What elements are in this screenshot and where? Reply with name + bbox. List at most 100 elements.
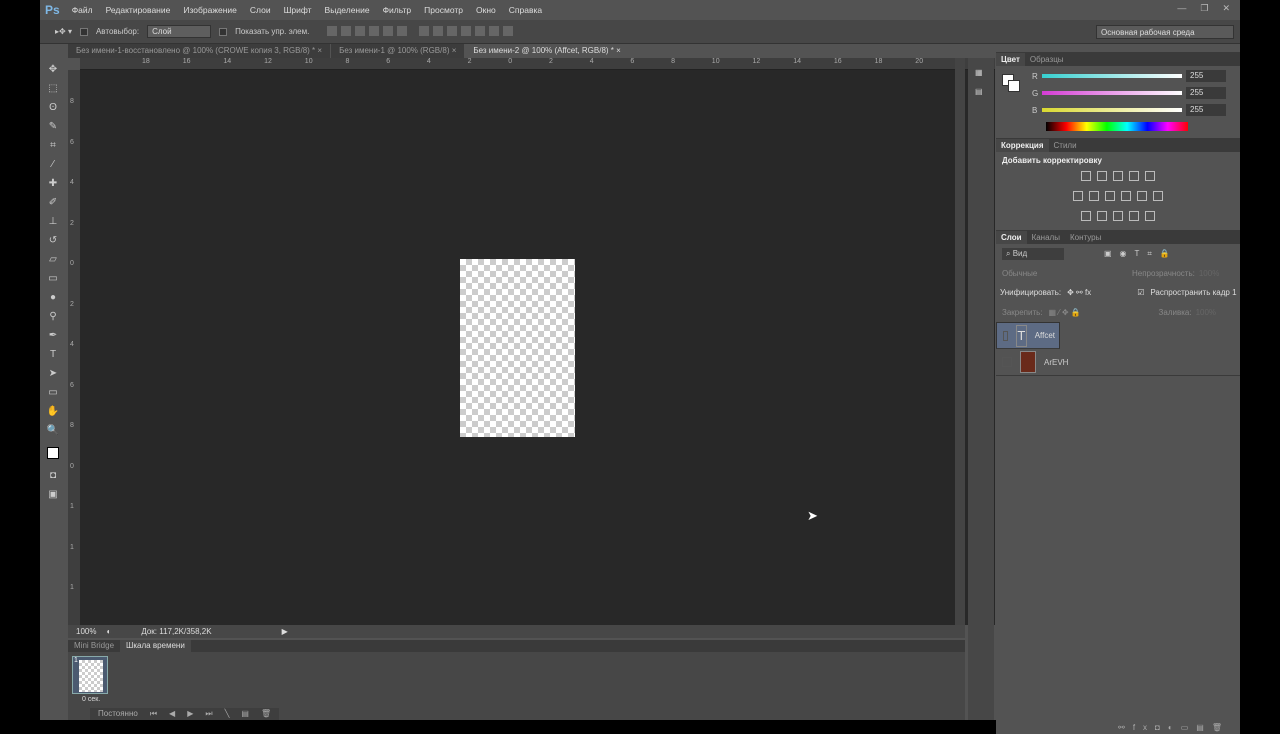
menu-window[interactable]: Окно: [476, 5, 496, 15]
menu-type[interactable]: Шрифт: [284, 5, 312, 15]
delete-frame-icon[interactable]: 🗑: [261, 709, 271, 719]
duplicate-frame-icon[interactable]: ▤: [241, 709, 249, 719]
align-icon[interactable]: [341, 25, 352, 36]
tab-color[interactable]: Цвет: [996, 52, 1025, 66]
distribute-icon[interactable]: [447, 25, 458, 36]
channel-mixer-icon[interactable]: [1137, 191, 1147, 201]
distribute-icon[interactable]: [461, 25, 472, 36]
align-icon[interactable]: [383, 25, 394, 36]
prev-frame-icon[interactable]: ◀: [169, 709, 175, 719]
move-tool-icon[interactable]: ▸✥ ▾: [55, 27, 72, 36]
propagate-checkbox[interactable]: ☑: [1137, 288, 1144, 297]
lock-icons[interactable]: ▦ ⁄ ✥ 🔒: [1049, 308, 1159, 317]
posterize-icon[interactable]: [1097, 211, 1107, 221]
canvas-area[interactable]: ➤: [80, 70, 995, 625]
b-slider[interactable]: [1042, 108, 1182, 112]
align-icon[interactable]: [397, 25, 408, 36]
curves-icon[interactable]: [1113, 171, 1123, 181]
history-icon[interactable]: ▦: [975, 68, 987, 77]
marquee-tool-icon[interactable]: ⬚: [40, 79, 66, 98]
autoselect-checkbox[interactable]: [79, 27, 88, 36]
visibility-toggle[interactable]: [1003, 330, 1009, 341]
align-icon[interactable]: [327, 25, 338, 36]
restore-icon[interactable]: ❐: [1200, 3, 1208, 14]
menu-file[interactable]: Файл: [72, 5, 93, 15]
align-icon[interactable]: [355, 25, 366, 36]
quick-select-tool-icon[interactable]: ✎: [40, 117, 66, 136]
crop-tool-icon[interactable]: ⌗: [40, 136, 66, 155]
frame-delay[interactable]: 0 сек.: [82, 696, 100, 703]
gradient-tool-icon[interactable]: ▭: [40, 269, 66, 288]
tab-styles[interactable]: Стили: [1049, 139, 1082, 152]
tab-layers[interactable]: Слои: [996, 230, 1027, 244]
tab-timeline[interactable]: Шкала времени: [120, 640, 191, 652]
dodge-tool-icon[interactable]: ⚲: [40, 307, 66, 326]
doc-tab[interactable]: Без имени-1 @ 100% (RGB/8) ×: [331, 44, 465, 58]
menu-image[interactable]: Изображение: [183, 5, 237, 15]
color-lookup-icon[interactable]: [1153, 191, 1163, 201]
healing-tool-icon[interactable]: ✚: [40, 174, 66, 193]
move-tool-icon[interactable]: ✥: [40, 60, 66, 79]
play-icon[interactable]: ▶: [187, 709, 193, 719]
selective-color-icon[interactable]: [1129, 211, 1139, 221]
shape-tool-icon[interactable]: ▭: [40, 383, 66, 402]
properties-icon[interactable]: ▤: [975, 87, 987, 96]
tab-swatches[interactable]: Образцы: [1025, 53, 1069, 66]
brush-tool-icon[interactable]: ✐: [40, 193, 66, 212]
tween-icon[interactable]: ╲: [225, 709, 230, 719]
minimize-icon[interactable]: —: [1177, 3, 1186, 14]
bw-icon[interactable]: [1105, 191, 1115, 201]
eraser-tool-icon[interactable]: ▱: [40, 250, 66, 269]
color-spectrum[interactable]: [1046, 122, 1188, 131]
color-swatches-icon[interactable]: [40, 440, 66, 466]
pen-tool-icon[interactable]: ✒: [40, 326, 66, 345]
screen-mode-icon[interactable]: ▣: [40, 485, 66, 504]
fill-field[interactable]: 100%: [1196, 308, 1216, 317]
layer-row[interactable]: ArEVH: [996, 349, 1240, 376]
distribute-icon[interactable]: [419, 25, 430, 36]
quick-mask-icon[interactable]: ◘: [40, 466, 66, 485]
eyedropper-tool-icon[interactable]: ⁄: [40, 155, 66, 174]
document-canvas[interactable]: [460, 259, 575, 437]
vertical-scrollbar[interactable]: [955, 58, 965, 625]
type-tool-icon[interactable]: T: [40, 345, 66, 364]
brightness-icon[interactable]: [1081, 171, 1091, 181]
workspace-dropdown[interactable]: Основная рабочая среда: [1096, 25, 1234, 39]
menu-select[interactable]: Выделение: [325, 5, 370, 15]
layer-row[interactable]: T Affcet: [996, 322, 1060, 349]
stamp-tool-icon[interactable]: ⊥: [40, 212, 66, 231]
next-frame-icon[interactable]: ⏭: [205, 709, 212, 719]
layer-filter-dropdown[interactable]: ⌕ Вид: [1002, 248, 1064, 260]
hue-icon[interactable]: [1073, 191, 1083, 201]
history-brush-icon[interactable]: ↺: [40, 231, 66, 250]
lasso-tool-icon[interactable]: ʘ: [40, 98, 66, 117]
threshold-icon[interactable]: [1113, 211, 1123, 221]
tab-channels[interactable]: Каналы: [1027, 231, 1065, 244]
r-value[interactable]: 255: [1186, 70, 1226, 82]
color-balance-icon[interactable]: [1089, 191, 1099, 201]
tab-adjustments[interactable]: Коррекция: [996, 138, 1049, 152]
layer-name[interactable]: Affcet: [1035, 331, 1055, 340]
filter-icons[interactable]: ▣◉T⌗🔒: [1104, 249, 1178, 259]
animation-frame[interactable]: 1: [72, 656, 108, 694]
exposure-icon[interactable]: [1129, 171, 1139, 181]
auto-align-icon[interactable]: [503, 25, 514, 36]
menu-edit[interactable]: Редактирование: [106, 5, 171, 15]
r-slider[interactable]: [1042, 74, 1182, 78]
tab-paths[interactable]: Контуры: [1065, 231, 1106, 244]
show-transform-checkbox[interactable]: [219, 27, 228, 36]
status-menu-arrow[interactable]: ▶: [282, 627, 288, 636]
gradient-map-icon[interactable]: [1145, 211, 1155, 221]
align-icon[interactable]: [369, 25, 380, 36]
menu-filter[interactable]: Фильтр: [383, 5, 412, 15]
visibility-toggle[interactable]: [1002, 357, 1012, 367]
blend-mode-dropdown[interactable]: Обычные: [1002, 269, 1132, 278]
opacity-field[interactable]: 100%: [1199, 269, 1219, 278]
layer-name[interactable]: ArEVH: [1044, 358, 1068, 367]
close-icon[interactable]: ✕: [1222, 3, 1230, 14]
g-slider[interactable]: [1042, 91, 1182, 95]
hand-tool-icon[interactable]: ✋: [40, 402, 66, 421]
menu-help[interactable]: Справка: [509, 5, 542, 15]
b-value[interactable]: 255: [1186, 104, 1226, 116]
levels-icon[interactable]: [1097, 171, 1107, 181]
